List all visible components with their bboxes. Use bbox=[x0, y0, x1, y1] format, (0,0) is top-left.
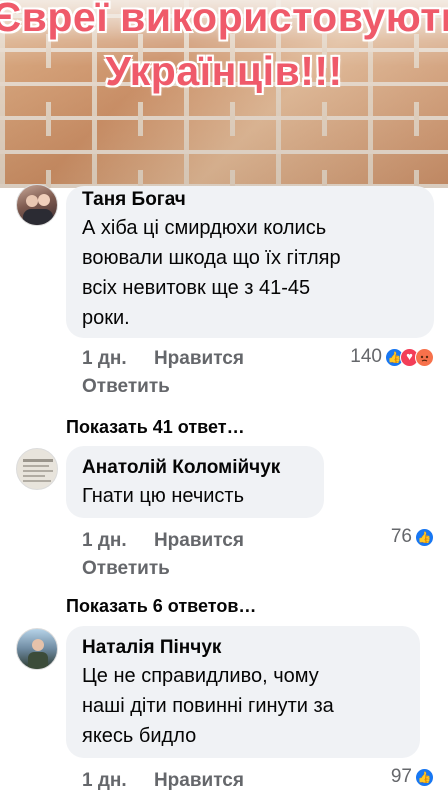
comment-bubble: Наталія Пінчук Це не справидливо, чому н… bbox=[66, 626, 420, 758]
avatar[interactable] bbox=[16, 184, 58, 226]
like-button[interactable]: Нравится bbox=[154, 348, 244, 369]
show-replies-link[interactable]: Показать 6 ответов… bbox=[66, 596, 256, 617]
reaction-count: 76 bbox=[390, 526, 412, 547]
comment-text-line: роки. bbox=[82, 307, 130, 329]
comment-bubble: Таня Богач А хіба ці смирдюхи колись вою… bbox=[66, 186, 434, 338]
reaction-summary[interactable]: 140 👍 ♥ bbox=[350, 346, 434, 368]
comment-author[interactable]: Наталія Пінчук bbox=[82, 636, 404, 660]
show-replies-link[interactable]: Показать 41 ответ… bbox=[66, 417, 245, 438]
like-icon: 👍 bbox=[415, 767, 434, 787]
post-image[interactable]: Євреї використовують Українців!!! bbox=[0, 0, 448, 188]
comment-text-line: Це не справидливо, чому bbox=[82, 665, 319, 687]
avatar-photo bbox=[28, 639, 48, 669]
comment-time[interactable]: 1 дн. bbox=[82, 530, 127, 551]
comment-author[interactable]: Таня Богач bbox=[82, 188, 418, 212]
avatar[interactable] bbox=[16, 628, 58, 670]
comment-author[interactable]: Анатолій Коломійчук bbox=[82, 456, 308, 480]
reaction-count: 140 bbox=[350, 346, 382, 367]
comment-text-line: воювали шкода що їх гітляр bbox=[82, 247, 341, 269]
reply-button[interactable]: Ответить bbox=[82, 376, 170, 398]
comment-actions: 1 дн. Нравится bbox=[82, 348, 266, 370]
banner-text-line2: Українців!!! bbox=[105, 48, 343, 94]
angry-icon bbox=[415, 347, 434, 367]
comment-text-line: А хіба ці смирдюхи колись bbox=[82, 217, 327, 239]
avatar-photo bbox=[23, 194, 53, 225]
avatar[interactable] bbox=[16, 448, 58, 490]
like-button[interactable]: Нравится bbox=[154, 770, 244, 791]
like-icon: 👍 bbox=[415, 527, 434, 547]
reaction-count: 97 bbox=[390, 766, 412, 787]
comment-text-line: якесь бидло bbox=[82, 725, 197, 747]
reaction-summary[interactable]: 97 👍 bbox=[391, 766, 434, 788]
reaction-summary[interactable]: 76 👍 bbox=[391, 526, 434, 548]
avatar-photo bbox=[23, 459, 53, 482]
banner-text-line1: Євреї використовують bbox=[0, 0, 448, 40]
comment-text-line: всіх невитовк ще з 41-45 bbox=[82, 277, 311, 299]
like-button[interactable]: Нравится bbox=[154, 530, 244, 551]
comment-bubble: Анатолій Коломійчук Гнати цю нечисть bbox=[66, 446, 324, 518]
reply-button[interactable]: Ответить bbox=[82, 558, 170, 580]
comment-actions: 1 дн. Нравится bbox=[82, 530, 266, 552]
comment-time[interactable]: 1 дн. bbox=[82, 348, 127, 369]
comment-text-line: наші діти повинні гинути за bbox=[82, 695, 334, 717]
comment-time[interactable]: 1 дн. bbox=[82, 770, 127, 791]
comment-text-line: Гнати цю нечисть bbox=[82, 485, 245, 507]
comment-actions: 1 дн. Нравится bbox=[82, 770, 266, 792]
